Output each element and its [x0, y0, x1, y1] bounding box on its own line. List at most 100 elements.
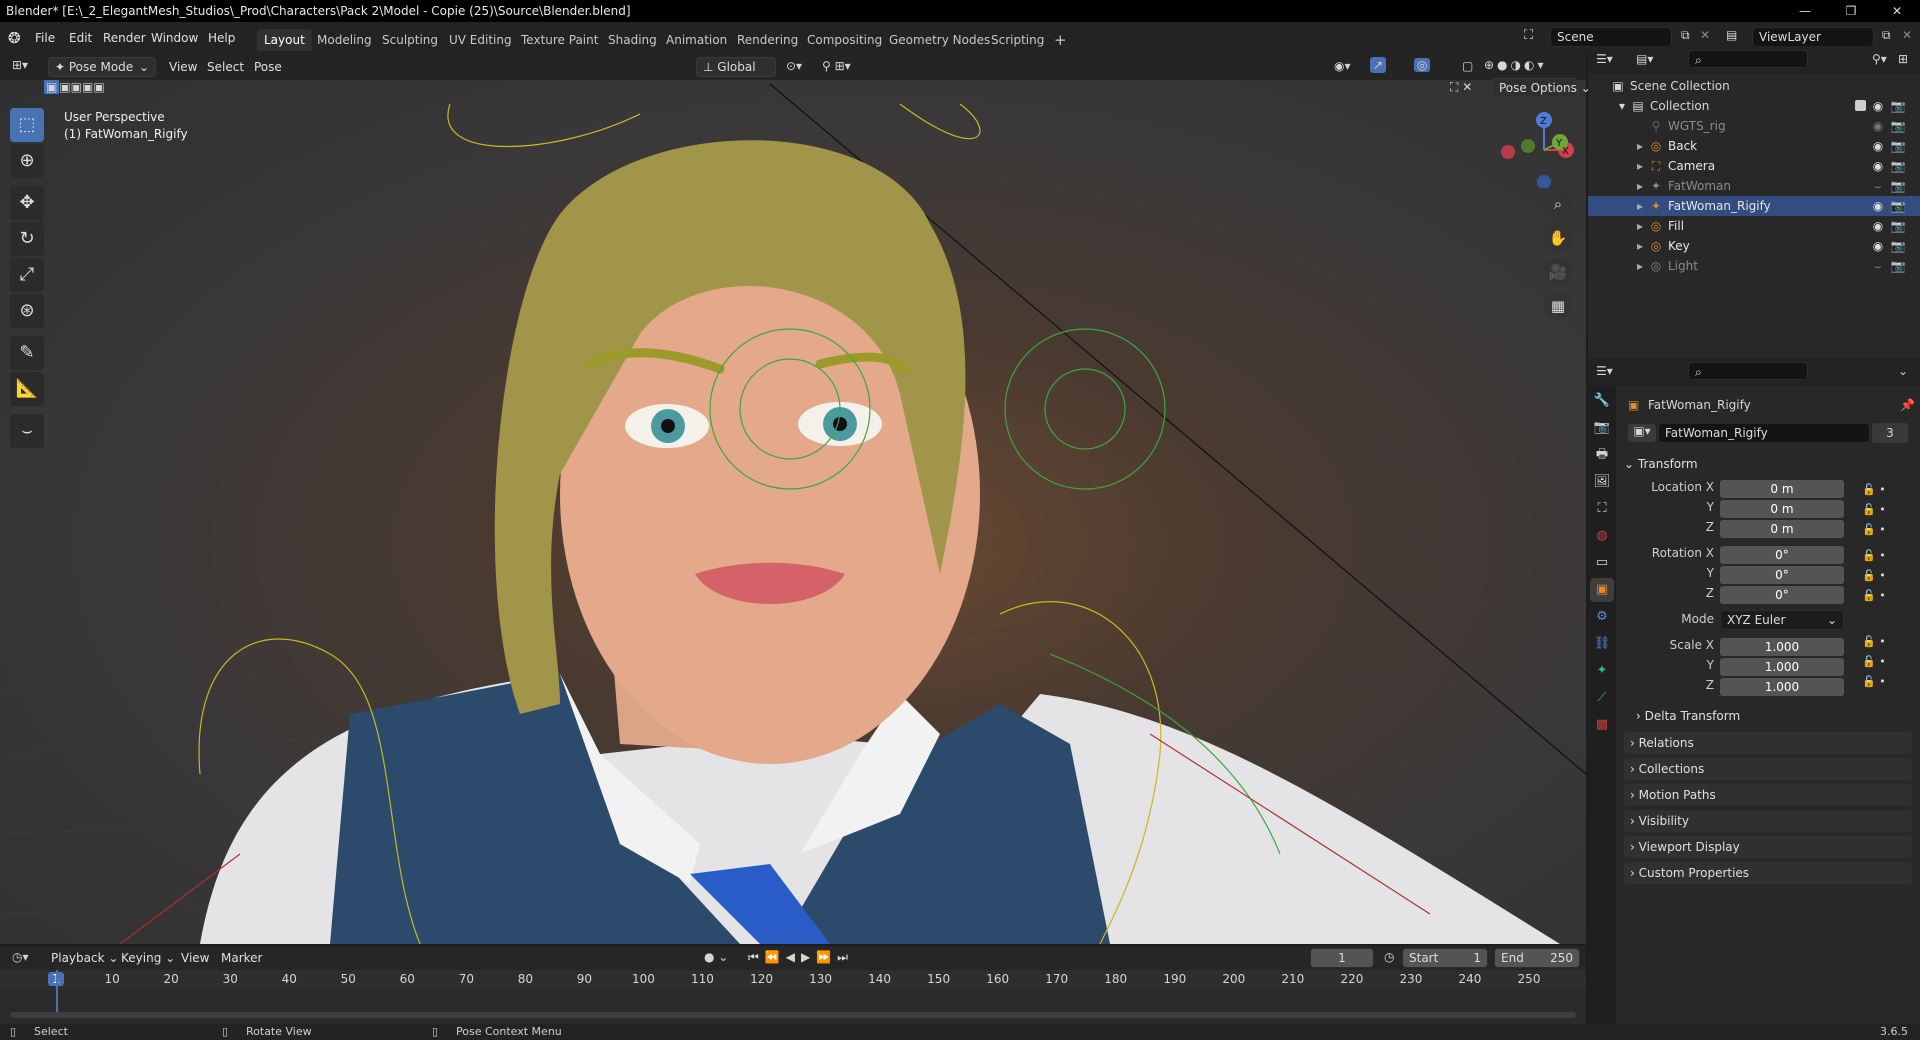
- viewport-menu-view[interactable]: View: [164, 58, 202, 76]
- expand-arrow-icon[interactable]: ▸: [1632, 156, 1648, 176]
- timeline-scrollbar[interactable]: [10, 1012, 1576, 1018]
- lock-icon[interactable]: 🔓 •: [1862, 586, 1902, 606]
- rotation-x-field[interactable]: 0°: [1720, 546, 1844, 564]
- render-camera-icon[interactable]: 📷: [1890, 116, 1906, 136]
- pin-icon[interactable]: 📌: [1900, 398, 1915, 412]
- scale-y-field[interactable]: 1.000: [1720, 658, 1844, 676]
- viewlayer-tab-icon[interactable]: 🖼: [1590, 470, 1614, 494]
- location-z-field[interactable]: 0 m: [1720, 520, 1844, 538]
- panel-custom-properties[interactable]: › Custom Properties: [1624, 862, 1912, 884]
- lock-icon[interactable]: 🔓 •: [1862, 632, 1902, 652]
- eye-icon[interactable]: ◉: [1870, 136, 1886, 156]
- outliner-row[interactable]: ▸ ◎ Fill ◉ 📷: [1588, 216, 1920, 236]
- new-viewlayer-icon[interactable]: ⧉: [1882, 28, 1891, 43]
- constraint-tab-icon[interactable]: ⛓: [1590, 632, 1614, 656]
- editor-type-icon[interactable]: ⊞▾: [12, 58, 28, 72]
- scale-tool[interactable]: ⤢: [10, 258, 44, 292]
- visibility-icon[interactable]: ◉▾: [1334, 59, 1351, 73]
- output-tab-icon[interactable]: 🖶: [1590, 443, 1614, 467]
- eye-icon[interactable]: ◉: [1870, 156, 1886, 176]
- viewlayer-selector[interactable]: ViewLayer: [1752, 27, 1874, 47]
- render-camera-icon[interactable]: 📷: [1890, 176, 1906, 196]
- object-tab-icon[interactable]: ▣: [1590, 578, 1614, 602]
- delete-viewlayer-icon[interactable]: ✕: [1902, 28, 1912, 42]
- timeline-menu-view[interactable]: View: [176, 949, 214, 967]
- outliner-row[interactable]: ▸ ◎ Back ◉ 📷: [1588, 136, 1920, 156]
- filter-icon[interactable]: ⚲▾: [1872, 52, 1887, 66]
- texture-tab-icon[interactable]: ▩: [1590, 713, 1614, 737]
- scene-selector[interactable]: Scene: [1550, 27, 1672, 47]
- lock-icon[interactable]: 🔓 •: [1862, 566, 1902, 586]
- render-camera-icon[interactable]: 📷: [1890, 136, 1906, 156]
- select-new-icon[interactable]: ▣: [44, 80, 60, 94]
- outliner-search-input[interactable]: ⌕: [1688, 50, 1808, 68]
- overlay-toggle-icon[interactable]: ◎: [1414, 58, 1431, 72]
- outliner-row[interactable]: ⚲ WGTS_rig ◉ 📷: [1588, 116, 1920, 136]
- lock-icon[interactable]: 🔓 •: [1862, 652, 1902, 672]
- rotation-y-field[interactable]: 0°: [1720, 566, 1844, 584]
- relax-tool[interactable]: ⌣: [10, 414, 44, 448]
- tab-rendering[interactable]: Rendering: [730, 29, 805, 51]
- location-y-field[interactable]: 0 m: [1720, 500, 1844, 518]
- new-scene-icon[interactable]: ⧉: [1681, 28, 1690, 43]
- delta-transform-subpanel[interactable]: › Delta Transform: [1636, 706, 1906, 726]
- bone-tab-icon[interactable]: ⟋: [1590, 686, 1614, 710]
- camera-view-icon[interactable]: 🎥: [1544, 258, 1572, 286]
- expand-arrow-icon[interactable]: ▸: [1632, 196, 1648, 216]
- delete-scene-icon[interactable]: ✕: [1700, 28, 1710, 42]
- transform-tool[interactable]: ⊛: [10, 294, 44, 328]
- panel-relations[interactable]: › Relations: [1624, 732, 1912, 754]
- modifier-tab-icon[interactable]: ⚙: [1590, 605, 1614, 629]
- timeline-menu-playback[interactable]: Playback ⌄: [46, 949, 123, 967]
- lock-icon[interactable]: 🔓 •: [1862, 480, 1902, 500]
- scale-x-field[interactable]: 1.000: [1720, 638, 1844, 656]
- scale-z-field[interactable]: 1.000: [1720, 678, 1844, 696]
- scene-icon[interactable]: ⛶: [1524, 28, 1533, 43]
- tab-compositing[interactable]: Compositing: [800, 29, 889, 51]
- zoom-icon[interactable]: ⌕: [1544, 190, 1572, 218]
- menu-render[interactable]: Render: [98, 29, 151, 47]
- gizmo-toggle-icon[interactable]: ↗: [1370, 57, 1387, 73]
- ortho-grid-icon[interactable]: ▦: [1544, 292, 1572, 320]
- snap-icon[interactable]: ⚲ ⊞▾: [822, 59, 851, 73]
- select-extend-icon[interactable]: ▣▣▣▣: [59, 80, 104, 94]
- pan-hand-icon[interactable]: ✋: [1544, 224, 1572, 252]
- shading-modes-icon[interactable]: ⊕●◑◐▾: [1484, 58, 1547, 72]
- outliner-editor-icon[interactable]: ☰▾: [1596, 52, 1613, 66]
- clock-icon[interactable]: ◷: [1384, 950, 1394, 964]
- properties-editor-icon[interactable]: ☰▾: [1596, 364, 1613, 378]
- display-mode-icon[interactable]: ▤▾: [1636, 52, 1653, 66]
- tab-shading[interactable]: Shading: [601, 29, 664, 51]
- expand-arrow-icon[interactable]: ▸: [1632, 236, 1648, 256]
- outliner-row[interactable]: ▸ ◎ Key ◉ 📷: [1588, 236, 1920, 256]
- mode-selector[interactable]: ✦ Pose Mode ⌄: [48, 57, 156, 77]
- eye-icon[interactable]: ◉: [1870, 216, 1886, 236]
- orientation-selector[interactable]: ⊥ Global: [696, 57, 776, 77]
- world-tab-icon[interactable]: ◍: [1590, 524, 1614, 548]
- expand-arrow-icon[interactable]: ▸: [1632, 256, 1648, 276]
- annotate-tool[interactable]: ✎: [10, 336, 44, 370]
- record-icon[interactable]: ● ⌄: [704, 950, 728, 964]
- outliner-row[interactable]: ▸ ✦ FatWoman_Rigify ◉ 📷: [1588, 196, 1920, 216]
- close-button[interactable]: ✕: [1874, 0, 1920, 22]
- panel-motion-paths[interactable]: › Motion Paths: [1624, 784, 1912, 806]
- neg-y-axis-handle[interactable]: [1521, 139, 1535, 153]
- scene-tab-icon[interactable]: ⛶: [1590, 497, 1614, 521]
- timeline-editor-icon[interactable]: ◷▾: [12, 950, 29, 964]
- lock-icon[interactable]: 🔓 •: [1862, 672, 1902, 692]
- render-camera-icon[interactable]: 📷: [1890, 216, 1906, 236]
- lock-icon[interactable]: 🔓 •: [1862, 546, 1902, 566]
- collection-checkbox[interactable]: [1855, 100, 1866, 111]
- eye-icon[interactable]: ⌣: [1870, 176, 1886, 196]
- neg-x-axis-handle[interactable]: [1501, 145, 1515, 159]
- tab-scripting[interactable]: Scripting: [984, 29, 1051, 51]
- panel-viewport-display[interactable]: › Viewport Display: [1624, 836, 1912, 858]
- render-camera-icon[interactable]: 📷: [1890, 156, 1906, 176]
- tab-texture-paint[interactable]: Texture Paint: [514, 29, 605, 51]
- 3d-viewport[interactable]: [0, 54, 1586, 944]
- expand-arrow-icon[interactable]: ▸: [1632, 136, 1648, 156]
- rotation-mode-select[interactable]: XYZ Euler ⌄: [1720, 610, 1844, 630]
- frame-ruler[interactable]: 1102030405060708090100110120130140150160…: [0, 970, 1586, 990]
- maximize-button[interactable]: ❐: [1828, 0, 1874, 22]
- rotation-z-field[interactable]: 0°: [1720, 586, 1844, 604]
